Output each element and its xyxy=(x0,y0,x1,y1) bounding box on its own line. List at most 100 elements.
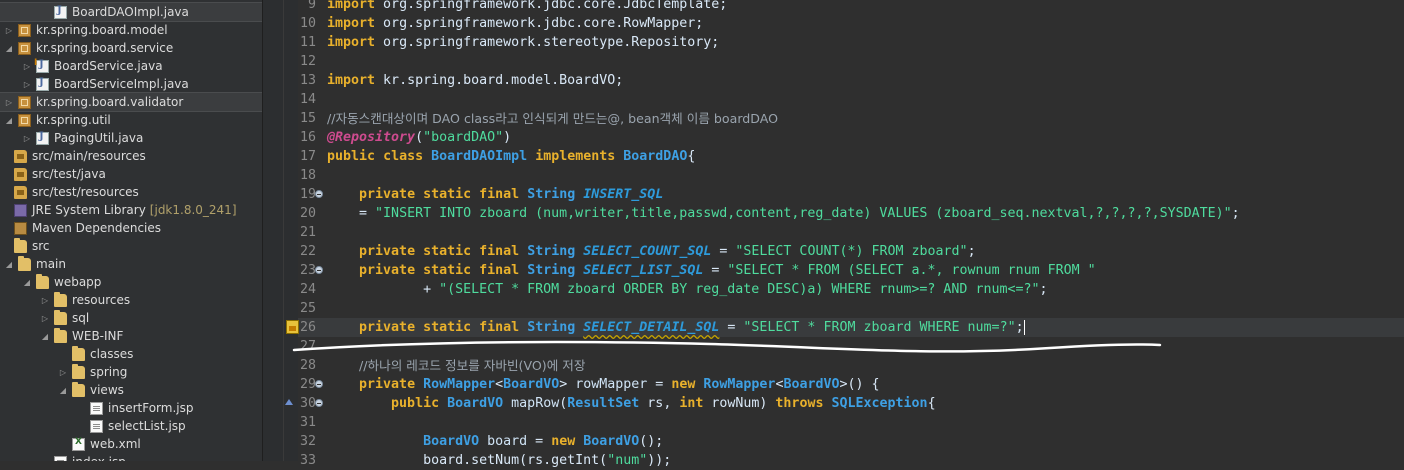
code-token: SQLException xyxy=(831,396,928,411)
code-line[interactable]: 10 import org.springframework.jdbc.core.R… xyxy=(298,14,1404,33)
code-line[interactable]: 9 import org.springframework.jdbc.core.Jd… xyxy=(298,0,1404,14)
code-line[interactable]: 11 import org.springframework.stereotype.… xyxy=(298,33,1404,52)
expand-arrow-icon[interactable]: ▷ xyxy=(4,97,14,107)
expand-arrow-icon[interactable]: ▷ xyxy=(22,133,32,143)
expand-arrow-icon[interactable]: ▷ xyxy=(40,295,50,305)
tree-item[interactable]: ◢ kr.spring.board.service xyxy=(0,39,262,57)
code-line[interactable]: 18 xyxy=(298,166,1404,185)
code-line[interactable]: 22 private static final String SELECT_CO… xyxy=(298,242,1404,261)
code-line[interactable]: 17 public class BoardDAOImpl implements B… xyxy=(298,147,1404,166)
tree-item[interactable]: ◢ kr.spring.util xyxy=(0,111,262,129)
code-line[interactable]: 30 public BoardVO mapRow(ResultSet rs, i… xyxy=(285,394,1404,413)
expand-arrow-icon[interactable]: ▷ xyxy=(40,313,50,323)
code-line[interactable]: 32 BoardVO board = new BoardVO(); xyxy=(298,432,1404,451)
code-line[interactable]: 31 xyxy=(298,413,1404,432)
code-line[interactable]: 27 xyxy=(298,337,1404,356)
tree-item[interactable]: ▷ kr.spring.board.model xyxy=(0,21,262,39)
fold-toggle-icon[interactable] xyxy=(315,399,323,407)
code-line[interactable]: 20 = "INSERT INTO zboard (num,writer,tit… xyxy=(298,204,1404,223)
tree-item[interactable]: JRE System Library [jdk1.8.0_241] xyxy=(0,201,262,219)
code-token: { xyxy=(927,396,936,411)
code-line[interactable]: 12 xyxy=(298,52,1404,71)
tree-item[interactable]: ▷ kr.spring.board.validator xyxy=(0,92,262,112)
code-token: mapRow xyxy=(511,396,560,411)
tree-item[interactable]: src/test/java xyxy=(0,165,262,183)
expand-arrow-icon[interactable]: ▷ xyxy=(22,79,32,89)
tree-item-label: kr.spring.util xyxy=(36,113,111,127)
code-line[interactable]: 15 //자동스캔대상이며 DAO class라고 인식되게 만드는@, bean… xyxy=(298,109,1404,128)
expand-arrow-icon[interactable]: ▷ xyxy=(58,367,68,377)
tree-item[interactable]: classes xyxy=(0,345,262,363)
code-line[interactable]: 14 xyxy=(298,90,1404,109)
code-line[interactable]: 28 //하나의 레코드 정보를 자바빈(VO)에 저장 xyxy=(298,356,1404,375)
tree-item-label: BoardService.java xyxy=(54,59,163,73)
project-explorer: BoardDAOImpl.java ▷ kr.spring.board.model ◢… xyxy=(0,0,263,461)
tree-item[interactable]: selectList.jsp xyxy=(0,417,262,435)
package-icon xyxy=(18,95,31,109)
code-editor[interactable]: 9 import org.springframework.jdbc.core.Jd… xyxy=(285,0,1404,468)
line-number: 19 xyxy=(299,187,316,202)
code-line[interactable]: 19 private static final String INSERT_SQ… xyxy=(298,185,1404,204)
collapse-arrow-icon[interactable]: ◢ xyxy=(4,115,14,125)
code-line[interactable]: 16 @Repository("boardDAO") xyxy=(298,128,1404,147)
jar-library-icon xyxy=(14,221,27,235)
fold-toggle-icon[interactable] xyxy=(315,190,323,198)
code-line[interactable]: 24 + "(SELECT * FROM zboard ORDER BY reg… xyxy=(298,280,1404,299)
code-token: ) xyxy=(503,130,512,145)
collapse-arrow-icon[interactable]: ◢ xyxy=(22,277,32,287)
code-token: rs, xyxy=(639,396,680,411)
tree-item[interactable]: BoardDAOImpl.java xyxy=(0,2,262,22)
line-number: 17 xyxy=(299,149,316,164)
code-token: "SELECT COUNT(*) FROM zboard" xyxy=(735,244,968,259)
tree-item[interactable]: index.jsp xyxy=(0,453,262,461)
code-line[interactable]: 13 import kr.spring.board.model.BoardVO; xyxy=(298,71,1404,90)
collapse-arrow-icon[interactable]: ◢ xyxy=(40,331,50,341)
tree-item[interactable]: src/main/resources xyxy=(0,147,262,165)
tree-item[interactable]: Maven Dependencies xyxy=(0,219,262,237)
code-token: BoardVO xyxy=(447,396,504,411)
tree-item[interactable]: ◢ webapp xyxy=(0,273,262,291)
expand-arrow-icon[interactable]: ▷ xyxy=(22,61,32,71)
code-token: BoardDAOImpl xyxy=(431,149,528,164)
expand-arrow-icon[interactable]: ▷ xyxy=(4,25,14,35)
tree-item[interactable]: ▷ spring xyxy=(0,363,262,381)
collapse-arrow-icon[interactable]: ◢ xyxy=(4,259,14,269)
tree-item[interactable]: insertForm.jsp xyxy=(0,399,262,417)
code-token: BoardVO xyxy=(583,434,640,449)
tree-item[interactable]: web.xml xyxy=(0,435,262,453)
code-token: new xyxy=(551,434,576,449)
code-line[interactable]: 21 xyxy=(298,223,1404,242)
collapse-arrow-icon[interactable]: ◢ xyxy=(4,43,14,53)
code-token: new xyxy=(671,377,696,392)
tree-item[interactable]: ▷ resources xyxy=(0,291,262,309)
tree-item-label: src/test/resources xyxy=(32,185,139,199)
tree-item[interactable]: ▷ BoardServiceImpl.java xyxy=(0,75,262,93)
line-number: 11 xyxy=(299,35,316,50)
tree-item[interactable]: src xyxy=(0,237,262,255)
code-line[interactable]: 29 private RowMapper<BoardVO> rowMapper … xyxy=(298,375,1404,394)
tree-item[interactable]: src/test/resources xyxy=(0,183,262,201)
fold-toggle-icon[interactable] xyxy=(315,266,323,274)
tree-item[interactable]: ▷ PagingUtil.java xyxy=(0,129,262,147)
code-token: "boardDAO" xyxy=(423,130,504,145)
tree-item[interactable]: ◢ views xyxy=(0,381,262,399)
code-line[interactable]: 26 private static final String SELECT_DE… xyxy=(286,318,1404,337)
tree-item[interactable]: ◢ main xyxy=(0,255,262,273)
tree-item[interactable]: ◢ WEB-INF xyxy=(0,327,262,345)
tree-item[interactable]: ▷ BoardService.java xyxy=(0,57,262,75)
collapse-arrow-icon[interactable]: ◢ xyxy=(58,385,68,395)
tree-item[interactable]: ▷ sql xyxy=(0,309,262,327)
code-token: + xyxy=(327,282,440,297)
fold-toggle-icon[interactable] xyxy=(315,380,323,388)
code-line[interactable]: 25 xyxy=(298,299,1404,318)
code-line[interactable]: 23 private static final String SELECT_LI… xyxy=(298,261,1404,280)
code-token: BoardDAO xyxy=(623,149,688,164)
file-icon xyxy=(90,419,103,433)
code-text: @Repository("boardDAO") xyxy=(327,128,511,147)
quick-fix-warning-icon[interactable] xyxy=(286,320,299,334)
code-token: static xyxy=(423,244,472,259)
